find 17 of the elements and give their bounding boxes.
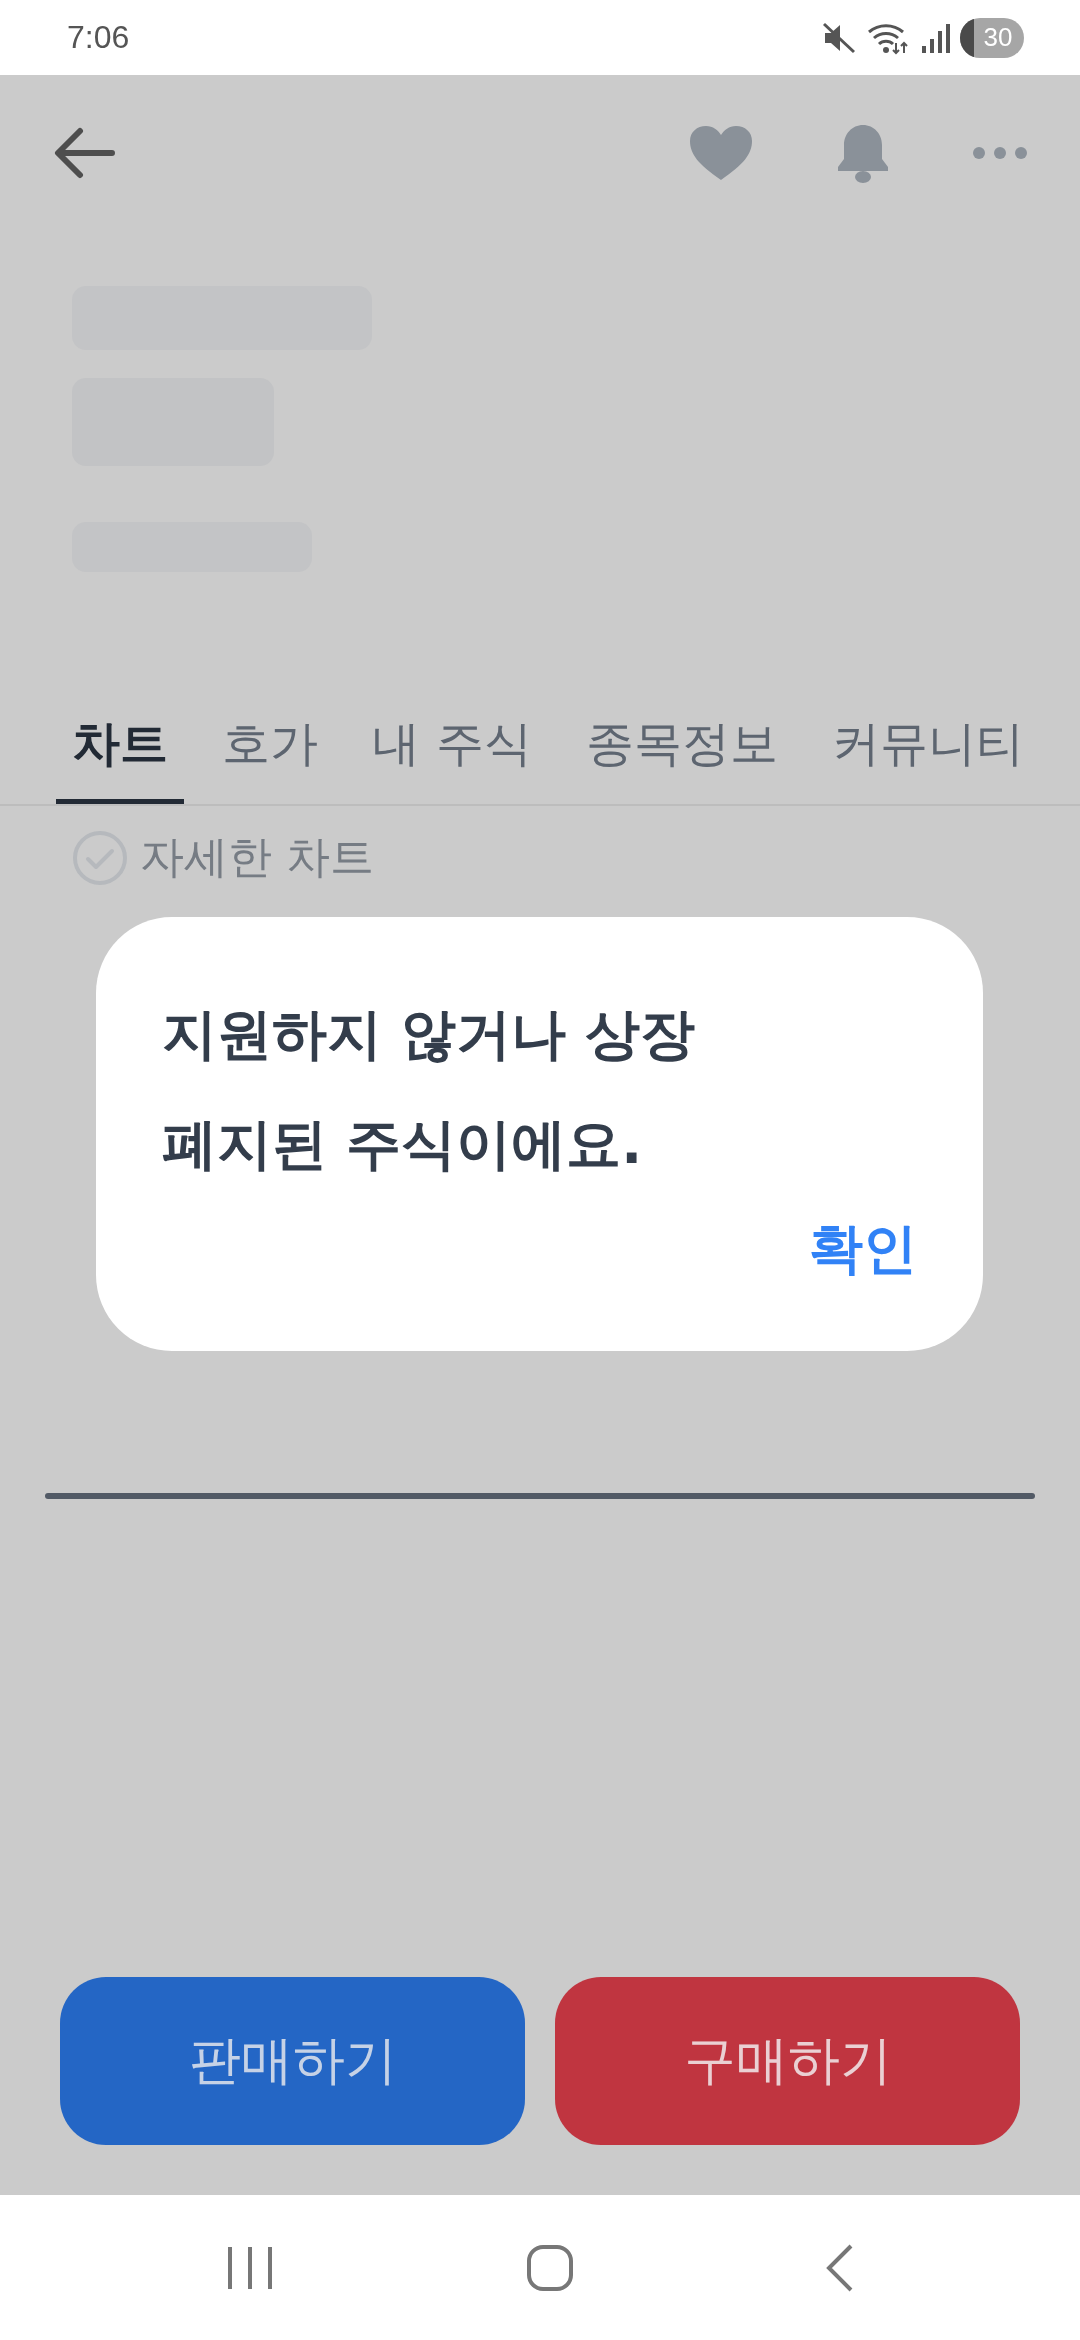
confirm-button[interactable]: 확인 bbox=[809, 1213, 917, 1286]
buy-button[interactable]: 구매하기 bbox=[555, 1977, 1020, 2145]
tab[interactable]: 종목정보 bbox=[569, 675, 794, 804]
mute-icon bbox=[822, 21, 856, 54]
sell-button[interactable]: 판매하기 bbox=[60, 1977, 525, 2145]
back-arrow-icon[interactable] bbox=[54, 126, 116, 179]
tab[interactable]: 커뮤니티 bbox=[815, 675, 1040, 804]
signal-icon bbox=[920, 21, 950, 54]
home-icon[interactable] bbox=[526, 2243, 574, 2292]
battery-icon: 30 bbox=[960, 17, 1024, 58]
tab[interactable]: 내 주식 bbox=[356, 675, 548, 804]
toggle-label: 자세한 차트 bbox=[140, 830, 374, 884]
back-icon[interactable] bbox=[824, 2242, 855, 2293]
status-time: 7:06 bbox=[67, 19, 130, 56]
tab[interactable]: 차트 bbox=[56, 675, 184, 804]
dialog-message: 지원하지 않거나 상장 폐지된 주식이에요. bbox=[162, 1001, 697, 1178]
tab[interactable]: 호가 bbox=[206, 675, 335, 804]
